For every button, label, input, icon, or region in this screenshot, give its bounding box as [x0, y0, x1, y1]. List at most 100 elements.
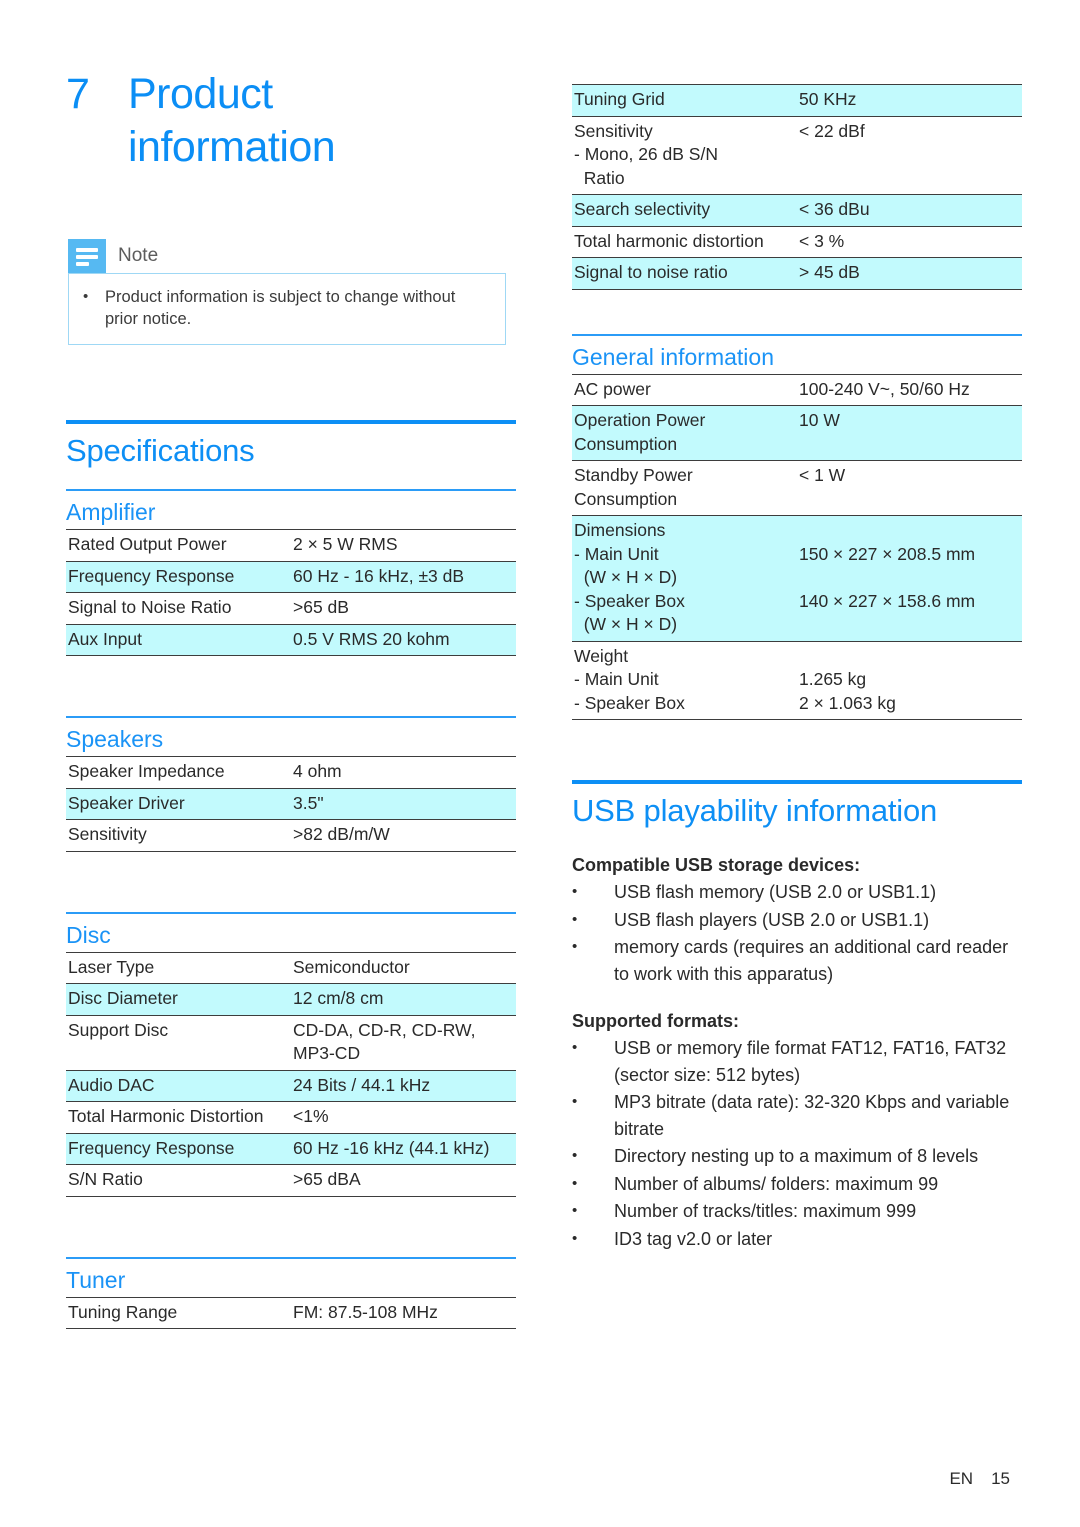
spec-value: < 22 dBf [797, 115, 1022, 195]
spec-label: Standby Power Consumption [572, 460, 797, 516]
table-row: Dimensions - Main Unit (W × H × D) - Speak… [572, 515, 1022, 642]
note-box: Note • Product information is subject to… [68, 239, 506, 345]
table-tuner-continued: Tuning Grid 50 KHz Sensitivity - Mono, 26 d… [572, 84, 1022, 290]
bullet-glyph: • [572, 1039, 578, 1056]
list-item: • Number of tracks/titles: maximum 999 [572, 1198, 1022, 1225]
spec-value: 1.265 kg 2 × 1.063 kg [797, 640, 1022, 720]
table-tuner: Tuning Range FM: 87.5-108 MHz [66, 1296, 516, 1330]
table-row: AC power 100-240 V~, 50/60 Hz [572, 373, 1022, 406]
spec-label: Sensitivity [66, 819, 291, 852]
list-item-text: USB or memory file format FAT12, FAT16, … [614, 1038, 1007, 1085]
spec-label: Signal to Noise Ratio [66, 592, 291, 625]
subsection-rule [66, 489, 516, 491]
page-title: 7 Product information [66, 68, 516, 174]
spec-value: < 1 W [797, 460, 1022, 516]
bullet-glyph: • [572, 1202, 578, 1219]
bullet-glyph: • [572, 1147, 578, 1164]
right-column: Tuning Grid 50 KHz Sensitivity - Mono, 26 d… [572, 84, 1022, 1252]
spec-value: 24 Bits / 44.1 kHz [291, 1069, 516, 1102]
left-column: Specifications Amplifier Rated Output Po… [66, 420, 516, 1329]
note-body: • Product information is subject to chan… [68, 273, 506, 345]
usb-compatible-heading: Compatible USB storage devices: [572, 855, 861, 875]
note-text: Product information is subject to change… [105, 288, 456, 328]
table-row: Tuning Grid 50 KHz [572, 84, 1022, 117]
spec-value: 0.5 V RMS 20 kohm [291, 623, 516, 656]
spec-value: 100-240 V~, 50/60 Hz [797, 373, 1022, 406]
table-row: Disc Diameter 12 cm/8 cm [66, 983, 516, 1016]
spec-value: CD-DA, CD-R, CD-RW, MP3-CD [291, 1014, 516, 1071]
spec-value: Semiconductor [291, 951, 516, 984]
table-row: Aux Input 0.5 V RMS 20 kohm [66, 623, 516, 656]
spec-label: Tuning Range [66, 1296, 291, 1329]
list-item: • USB flash memory (USB 2.0 or USB1.1) [572, 879, 1022, 906]
table-row: Speaker Impedance 4 ohm [66, 756, 516, 789]
subsection-heading-speakers: Speakers [66, 726, 164, 752]
section-rule-thick [66, 420, 516, 424]
table-row: Laser Type Semiconductor [66, 951, 516, 984]
manual-page: 7 Product information Note • Product info… [0, 0, 1080, 1527]
footer-page-number: 15 [991, 1469, 1010, 1488]
table-row: Search selectivity < 36 dBu [572, 194, 1022, 227]
table-row: Weight - Main Unit - Speaker Box 1.265 kg 2… [572, 640, 1022, 720]
spec-label: Search selectivity [572, 194, 797, 227]
table-row: Total Harmonic Distortion <1% [66, 1101, 516, 1134]
spec-label: S/N Ratio [66, 1164, 291, 1197]
bullet-glyph: • [572, 883, 578, 900]
note-label: Note [118, 245, 159, 266]
table-row: Frequency Response 60 Hz -16 kHz (44.1 kH… [66, 1132, 516, 1165]
chapter-title: Product information [128, 70, 336, 171]
list-item: • memory cards (requires an additional ca… [572, 934, 1022, 987]
list-item-text: USB flash memory (USB 2.0 or USB1.1) [614, 882, 937, 902]
table-row: Sensitivity >82 dB/m/W [66, 819, 516, 852]
table-row: Support Disc CD-DA, CD-R, CD-RW, MP3-CD [66, 1014, 516, 1071]
spec-value: 10 W [797, 405, 1022, 461]
spec-label: Frequency Response [66, 1132, 291, 1165]
list-item-text: USB flash players (USB 2.0 or USB1.1) [614, 909, 930, 930]
table-row: Speaker Driver 3.5" [66, 787, 516, 820]
spec-label: Support Disc [66, 1014, 291, 1071]
spec-value: >65 dBA [291, 1164, 516, 1197]
spec-label: Aux Input [66, 623, 291, 656]
spec-value: 2 × 5 W RMS [291, 529, 516, 562]
spec-label: Disc Diameter [66, 983, 291, 1016]
spec-value: FM: 87.5-108 MHz [291, 1296, 516, 1329]
list-item-text: memory cards (requires an additional car… [614, 937, 1009, 984]
list-item-text: Number of tracks/titles: maximum 999 [614, 1201, 917, 1221]
page-footer: EN 15 [949, 1469, 1010, 1489]
spec-value: >82 dB/m/W [291, 819, 516, 852]
spec-value: 12 cm/8 cm [291, 983, 516, 1016]
spec-label: Operation Power Consumption [572, 405, 797, 461]
spec-label: Total Harmonic Distortion [66, 1101, 291, 1134]
spec-value: 60 Hz - 16 kHz, ±3 dB [291, 560, 516, 593]
spec-value: < 36 dBu [797, 194, 1022, 227]
footer-language: EN [949, 1469, 974, 1488]
table-row: Sensitivity - Mono, 26 dB S/N Ratio < 22 d… [572, 115, 1022, 195]
table-row: Total harmonic distortion < 3 % [572, 225, 1022, 258]
spec-label: Sensitivity - Mono, 26 dB S/N Ratio [572, 115, 797, 195]
spec-label: Weight - Main Unit - Speaker Box [572, 640, 797, 720]
note-icon [68, 239, 106, 273]
table-general-information: AC power 100-240 V~, 50/60 Hz Operation Po… [572, 373, 1022, 721]
subsection-heading-tuner: Tuner [66, 1266, 126, 1293]
list-item-text: Directory nesting up to a maximum of 8 l… [614, 1146, 979, 1166]
subsection-rule [572, 333, 1022, 336]
table-row: Operation Power Consumption 10 W [572, 405, 1022, 461]
table-row: Standby Power Consumption < 1 W [572, 460, 1022, 516]
table-row: S/N Ratio >65 dBA [66, 1164, 516, 1197]
bullet-glyph: • [572, 1174, 578, 1192]
list-item-text: MP3 bitrate (data rate): 32-320 Kbps and… [614, 1092, 1010, 1139]
subsection-heading-amplifier: Amplifier [66, 499, 156, 525]
table-row: Rated Output Power 2 × 5 W RMS [66, 529, 516, 562]
spec-label: Signal to noise ratio [572, 257, 797, 290]
bullet-glyph: • [572, 938, 578, 955]
table-row: Signal to Noise Ratio >65 dB [66, 592, 516, 625]
spec-value: 150 × 227 × 208.5 mm 140 × 227 × 158.6 m… [797, 515, 1022, 642]
subsection-rule [66, 911, 516, 914]
spec-label: Rated Output Power [66, 529, 291, 562]
list-item-text: Number of albums/ folders: maximum 99 [614, 1173, 939, 1194]
table-speakers: Speaker Impedance 4 ohm Speaker Driver 3.5"… [66, 756, 516, 852]
list-item-text: ID3 tag v2.0 or later [614, 1228, 773, 1249]
subsection-rule [66, 716, 516, 718]
spec-value: < 3 % [797, 225, 1022, 258]
spec-label: Total harmonic distortion [572, 225, 797, 258]
